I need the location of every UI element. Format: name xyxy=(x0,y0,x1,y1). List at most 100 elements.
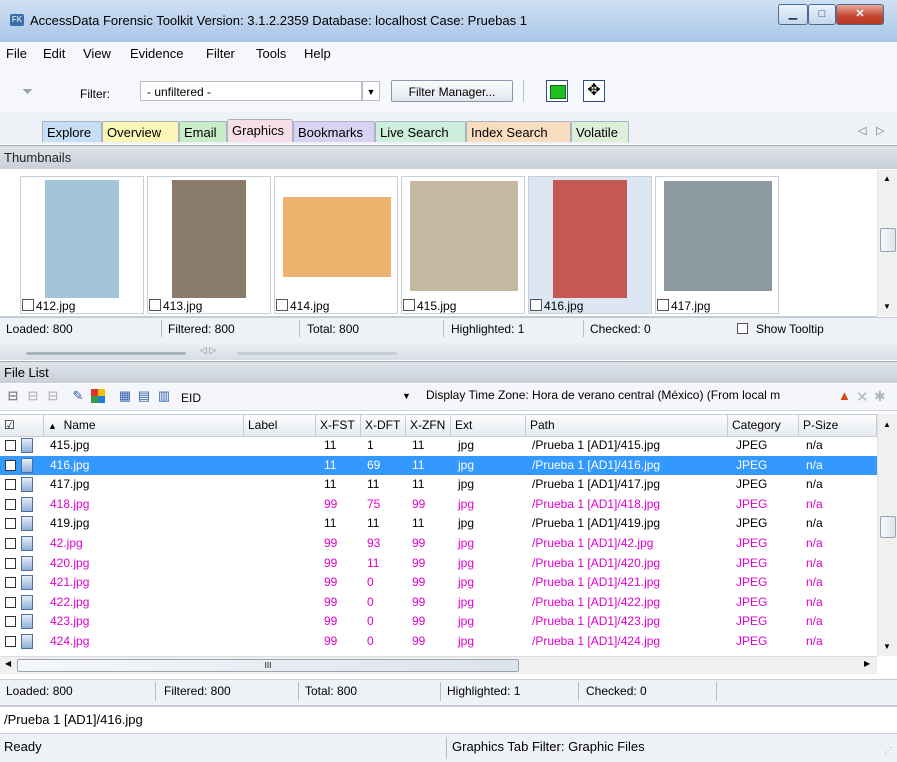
column-x-zfn[interactable]: X-ZFN xyxy=(406,415,451,436)
column-p-size[interactable]: P-Size xyxy=(799,415,877,436)
row-checkbox[interactable] xyxy=(5,577,16,589)
table-row[interactable]: 422.jpg 99 0 99 jpg/Prueba 1 [AD1]/422.jpg JP… xyxy=(0,593,877,612)
thumbnail-label[interactable]: 414.jpg xyxy=(276,299,329,313)
thumbnails-scrollbar[interactable]: ▲ ▼ xyxy=(877,170,897,316)
expand-tree-icon[interactable]: ⊟ xyxy=(26,389,40,403)
select-all-checkbox[interactable]: ☑ xyxy=(0,415,44,436)
refresh-icon[interactable]: ✱ xyxy=(874,388,886,405)
row-checkbox[interactable] xyxy=(5,479,16,491)
tab-email[interactable]: Email xyxy=(179,121,227,142)
move-icon[interactable]: ✥ xyxy=(583,80,605,102)
thumbnail-label[interactable]: 415.jpg xyxy=(403,299,456,313)
calendar-icon[interactable]: ▦ xyxy=(118,389,132,403)
tab-bookmarks[interactable]: Bookmarks xyxy=(293,121,375,142)
filter-dropdown-arrow-icon[interactable]: ▼ xyxy=(362,81,380,101)
scroll-left-icon[interactable]: ◀ xyxy=(5,659,11,668)
row-checkbox[interactable] xyxy=(5,596,16,608)
thumbnail-5[interactable] xyxy=(655,176,779,314)
row-checkbox[interactable] xyxy=(5,518,16,530)
menu-file[interactable]: File xyxy=(6,46,27,61)
menu-help[interactable]: Help xyxy=(304,46,331,61)
thumbnail-1[interactable] xyxy=(147,176,271,314)
table-row[interactable]: 421.jpg 99 0 99 jpg/Prueba 1 [AD1]/421.jpg JP… xyxy=(0,573,877,592)
menu-filter[interactable]: Filter xyxy=(206,46,235,61)
thumbnail-checkbox[interactable] xyxy=(530,299,542,311)
column-template-select[interactable]: EID xyxy=(181,391,201,405)
table-row[interactable]: 424.jpg 99 0 99 jpg/Prueba 1 [AD1]/424.jpg JP… xyxy=(0,632,877,651)
file-list-scroll-thumb[interactable] xyxy=(880,516,896,538)
table-row[interactable]: 420.jpg 99 11 99 jpg/Prueba 1 [AD1]/420.jpg J… xyxy=(0,554,877,573)
column-ext[interactable]: Ext xyxy=(451,415,526,436)
row-checkbox[interactable] xyxy=(5,498,16,510)
column-label[interactable]: Label xyxy=(244,415,316,436)
thumbnail-checkbox[interactable] xyxy=(403,299,415,311)
row-checkbox[interactable] xyxy=(5,538,16,549)
table-row[interactable]: 419.jpg 11 11 11 jpg/Prueba 1 [AD1]/419.jpg J… xyxy=(0,514,877,533)
table-row[interactable]: 42.jpg 99 93 99 jpg/Prueba 1 [AD1]/42.jpg JPE… xyxy=(0,534,877,553)
filter-select[interactable]: - unfiltered - xyxy=(140,81,362,101)
tab-overview[interactable]: Overview xyxy=(102,121,179,142)
collapse-tree-icon[interactable]: ⊟ xyxy=(6,389,20,403)
delete-icon[interactable]: ✕ xyxy=(856,388,869,406)
scroll-right-icon[interactable]: ▶ xyxy=(864,659,870,668)
close-button[interactable]: ✕ xyxy=(836,4,884,25)
menu-evidence[interactable]: Evidence xyxy=(130,46,183,61)
thumbnail-checkbox[interactable] xyxy=(22,299,34,311)
scroll-down-icon[interactable]: ▼ xyxy=(883,642,891,651)
expand-all-icon[interactable]: ⊟ xyxy=(46,389,60,403)
tab-graphics[interactable]: Graphics xyxy=(227,119,293,142)
column-template-arrow-icon[interactable]: ▼ xyxy=(402,391,411,401)
thumbnail-checkbox[interactable] xyxy=(276,299,288,311)
table-row[interactable]: 418.jpg 99 75 99 jpg/Prueba 1 [AD1]/418.jpg J… xyxy=(0,495,877,514)
thumbnail-checkbox[interactable] xyxy=(149,299,161,311)
thumbnail-4[interactable] xyxy=(528,176,652,314)
splitter-bar[interactable]: ◁ ▷ xyxy=(0,341,897,360)
row-checkbox[interactable] xyxy=(5,440,16,451)
thumbnail-2[interactable] xyxy=(274,176,398,314)
column-name[interactable]: ▲ Name xyxy=(44,415,244,436)
tab-scroll-left-icon[interactable]: ◁ xyxy=(858,124,866,137)
menu-edit[interactable]: Edit xyxy=(43,46,65,61)
row-checkbox[interactable] xyxy=(5,459,16,471)
thumbnail-label[interactable]: 413.jpg xyxy=(149,299,202,313)
row-checkbox[interactable] xyxy=(5,616,16,628)
column-x-fst[interactable]: X-FST xyxy=(316,415,361,436)
table-row[interactable]: 423.jpg 99 0 99 jpg/Prueba 1 [AD1]/423.jpg JP… xyxy=(0,612,877,631)
menu-tools[interactable]: Tools xyxy=(256,46,286,61)
tab-scroll-right-icon[interactable]: ▷ xyxy=(876,124,884,137)
thumbnail-checkbox[interactable] xyxy=(657,299,669,311)
file-list-hscrollbar[interactable]: ◀ III ▶ xyxy=(0,656,877,674)
scroll-up-icon[interactable]: ▲ xyxy=(883,420,891,429)
menu-view[interactable]: View xyxy=(83,46,111,61)
table-row[interactable]: 417.jpg 11 11 11 jpg/Prueba 1 [AD1]/417.jpg J… xyxy=(0,475,877,494)
brush-icon[interactable]: ▲ xyxy=(838,389,852,403)
tab-volatile[interactable]: Volatile xyxy=(571,121,629,142)
thumbnails-scroll-thumb[interactable] xyxy=(880,228,896,252)
maximize-button[interactable]: □ xyxy=(808,4,836,25)
file-list-scrollbar[interactable]: ▲ ▼ xyxy=(877,414,897,656)
tab-explore[interactable]: Explore xyxy=(42,121,102,142)
pencil-icon[interactable]: ✎ xyxy=(71,389,85,403)
green-arrow-icon[interactable] xyxy=(546,80,568,102)
colors-icon[interactable] xyxy=(91,389,105,403)
thumbnail-label[interactable]: 416.jpg xyxy=(530,299,583,313)
thumbnail-0[interactable] xyxy=(20,176,144,314)
grid-icon[interactable]: ▤ xyxy=(137,389,151,403)
hscroll-thumb[interactable]: III xyxy=(17,659,519,672)
table-row[interactable]: 415.jpg 11 1 11 jpg/Prueba 1 [AD1]/415.jpg JP… xyxy=(0,436,877,455)
row-checkbox[interactable] xyxy=(5,636,16,647)
scroll-up-icon[interactable]: ▲ xyxy=(883,174,891,183)
thumbnail-label[interactable]: 412.jpg xyxy=(22,299,75,313)
scroll-down-icon[interactable]: ▼ xyxy=(883,302,891,311)
column-path[interactable]: Path xyxy=(526,415,728,436)
thumbnail-label[interactable]: 417.jpg xyxy=(657,299,710,313)
minimize-button[interactable]: ▁ xyxy=(778,4,808,25)
column-category[interactable]: Category xyxy=(728,415,799,436)
filter-manager-button[interactable]: Filter Manager... xyxy=(391,80,513,102)
column-x-dft[interactable]: X-DFT xyxy=(361,415,406,436)
resize-grip-icon[interactable]: ⋰ xyxy=(884,746,892,755)
columns-icon[interactable]: ▥ xyxy=(157,389,171,403)
tab-live-search[interactable]: Live Search xyxy=(375,121,466,142)
table-row[interactable]: 416.jpg 11 69 11 jpg/Prueba 1 [AD1]/416.jpg J… xyxy=(0,455,877,475)
row-checkbox[interactable] xyxy=(5,557,16,569)
